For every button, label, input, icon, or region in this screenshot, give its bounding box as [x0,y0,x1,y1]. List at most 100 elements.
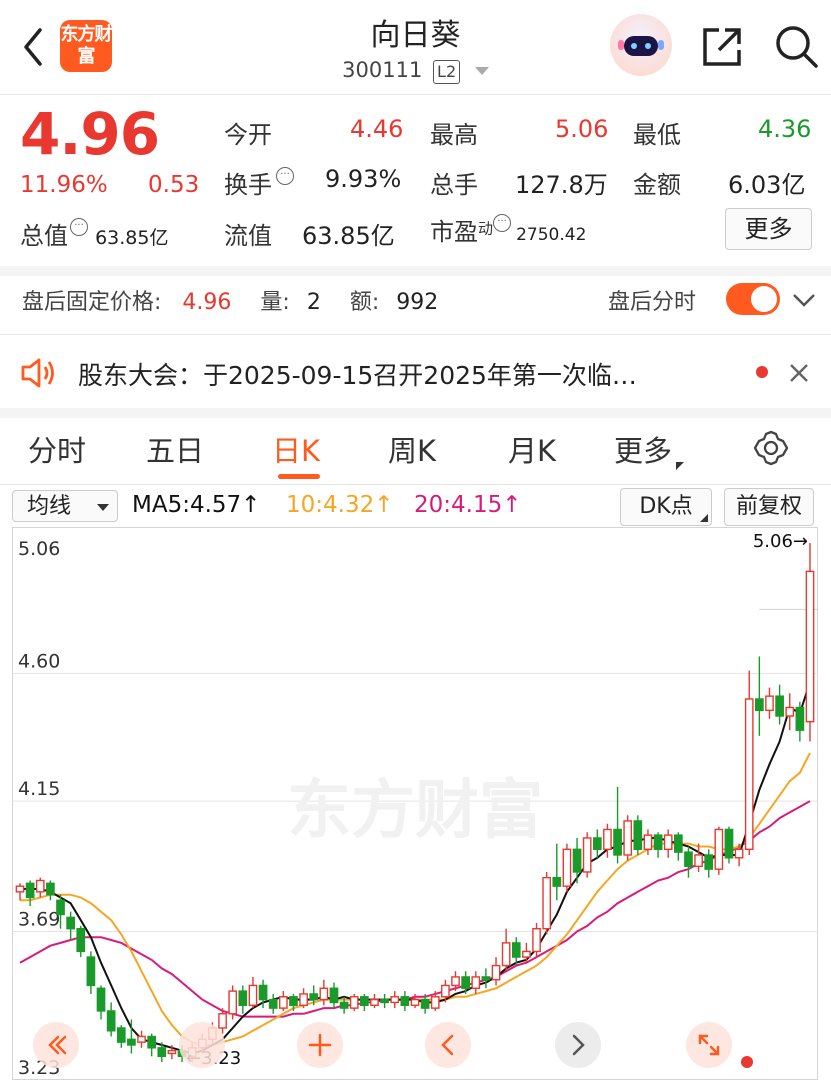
candle-body [572,848,582,873]
candle-body [349,996,359,1009]
candle-body [25,882,35,899]
low-value: 4.36 [758,115,812,143]
chevron-down-icon [474,67,489,75]
turnover-label-wrap: 换手 ··· [224,165,294,200]
candle-body [238,990,248,1006]
candle-body [319,987,329,1001]
info-dots-icon[interactable]: ··· [276,167,294,185]
dk-label: DK点 [639,494,693,519]
ma20-arrow: ↑ [502,492,522,518]
settings-gear-icon[interactable] [752,429,790,467]
y-tick-label: 4.60 [18,650,60,672]
pe-sup: 动 [478,219,494,238]
candle-body [623,820,633,856]
tab-more[interactable]: 更多 [614,428,685,470]
dk-point-button[interactable]: DK点 [620,488,712,526]
candle-body [430,996,440,1009]
candle-body [147,1035,157,1049]
pe-label-wrap: 市盈动 ··· 2750.42 [430,212,586,247]
candle-body [248,984,258,1006]
candle-body [400,996,410,1006]
toggle-knob [751,286,777,312]
scroll-left-icon[interactable] [425,1022,471,1068]
candle-body [694,854,703,868]
expand-icon[interactable] [686,1022,732,1068]
info-dots-icon[interactable]: ··· [70,218,88,236]
stock-code: 300111 [342,58,423,82]
candle-body [552,876,562,887]
candle-body [441,984,450,998]
tab-monthly-k[interactable]: 月K [508,428,556,470]
search-icon[interactable] [772,22,820,70]
crosshair-plus-icon[interactable] [297,1022,343,1068]
candle-body [218,1013,227,1029]
candle-body [582,837,592,873]
ah-amt-value: 992 [396,290,439,315]
info-dots-icon[interactable]: ··· [493,214,512,232]
candle-body [785,706,795,717]
tab-intraday[interactable]: 分时 [28,428,86,470]
volume-value: 127.8万 [515,171,608,199]
rewind-icon[interactable] [33,1022,79,1068]
candle-body [613,828,622,856]
candle-body [278,996,288,1009]
max-marker: 5.06→ [753,531,808,552]
tab-five-day[interactable]: 五日 [146,428,204,470]
mktcap-row: 总值 ··· 63.85亿 [20,216,169,251]
zoom-out-icon[interactable] [179,1022,225,1068]
ma10-arrow: ↑ [374,492,394,518]
corner-triangle-icon [676,462,685,470]
candle-body [805,570,815,723]
candle-body [370,998,379,1006]
low-label: 最低 [633,121,681,149]
amount-label: 金额 [633,171,681,199]
tab-weekly-k[interactable]: 周K [388,428,436,470]
price-adjust-button[interactable]: 前复权 [724,488,814,526]
active-tab-indicator [278,474,320,479]
ma5-arrow: ↑ [241,492,261,518]
candle-body [106,1010,116,1032]
after-hours-toggle[interactable] [726,283,780,315]
candle-body [643,834,653,850]
candle-body [35,879,45,893]
notification-dot [741,1056,753,1068]
ah-price-label: 盘后固定价格: [22,290,162,315]
watermark-text: 东方财富 [287,774,543,848]
kline-svg: 5.064.604.153.693.23东方财富5.06→←3.23 [12,527,818,1080]
ma5-text: MA5:4.57 [132,492,242,518]
chevron-down-icon[interactable] [790,288,818,312]
candle-body [603,828,612,850]
volume-label: 总手 [430,171,478,199]
ah-toggle-label: 盘后分时 [608,290,697,315]
more-button[interactable]: 更多 [725,208,812,250]
candle-body [653,834,663,850]
speaker-icon [20,356,58,390]
candle-body [289,996,298,1006]
candle-body [157,1047,167,1058]
candle-body [491,964,501,981]
robot-avatar-icon[interactable] [610,14,672,76]
indicator-select[interactable]: 均线 [12,490,118,522]
share-icon[interactable] [699,24,745,70]
candle-body [704,854,714,870]
candle-body [360,996,369,1006]
candle-body [86,956,96,987]
mktcap-label: 总值 [20,222,68,250]
candle-body [795,706,805,731]
turnover-value: 9.93% [325,165,402,193]
ah-price-value: 4.96 [182,290,232,315]
after-hours-row: 盘后固定价格: 4.96 量: 2 额: 992 [22,284,438,316]
candle-body [410,998,420,1006]
candle-body [765,695,774,712]
ah-qty-value: 2 [306,290,321,315]
tab-daily-k[interactable]: 日K [272,428,320,470]
scroll-right-icon[interactable] [555,1022,601,1068]
candle-body [268,998,278,1009]
kline-chart[interactable]: 5.064.604.153.693.23东方财富5.06→←3.23 [12,527,818,1080]
candle-body [127,1038,136,1046]
candle-body [532,928,541,953]
last-price: 4.96 [20,100,160,168]
close-icon[interactable] [786,360,812,386]
pe-label: 市盈 [430,218,478,246]
notice-text[interactable]: 股东大会：于2025-09-15召开2025年第一次临… [78,356,637,392]
